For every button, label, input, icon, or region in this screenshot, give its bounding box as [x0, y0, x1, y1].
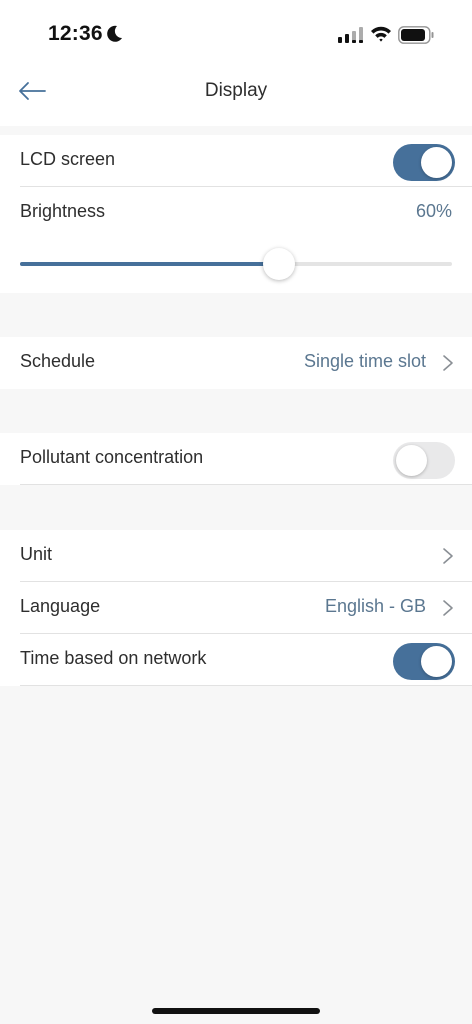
lcd-screen-toggle[interactable]	[393, 144, 455, 181]
lcd-screen-label: LCD screen	[20, 149, 116, 169]
home-indicator	[152, 1008, 320, 1014]
unit-label: Unit	[20, 544, 53, 564]
slider-fill	[20, 262, 280, 266]
chevron-right-icon	[443, 548, 453, 564]
pollutant-row: Pollutant concentration	[0, 433, 472, 485]
moon-icon	[107, 25, 122, 42]
toggle-knob	[421, 646, 452, 677]
brightness-label: Brightness	[20, 201, 106, 221]
status-bar: 12:36	[0, 0, 472, 70]
network-time-toggle[interactable]	[393, 643, 455, 680]
toggle-knob	[396, 445, 427, 476]
slider-thumb[interactable]	[263, 248, 296, 280]
language-label: Language	[20, 596, 101, 616]
brightness-slider[interactable]	[0, 239, 472, 293]
pollutant-label: Pollutant concentration	[20, 447, 204, 467]
network-time-label: Time based on network	[20, 648, 207, 668]
wifi-icon	[371, 26, 391, 42]
chevron-right-icon	[443, 355, 453, 371]
language-row[interactable]: Language English - GB	[0, 582, 472, 634]
toggle-knob	[421, 147, 452, 178]
settings-section: Unit Language English - GB Time based on…	[0, 530, 472, 686]
language-value: English - GB	[324, 596, 426, 616]
pollutant-section: Pollutant concentration	[0, 433, 472, 485]
schedule-row[interactable]: Schedule Single time slot	[0, 337, 472, 389]
cellular-signal-icon	[338, 27, 363, 43]
navigation-bar: Display	[0, 70, 472, 126]
brightness-value: 60%	[415, 201, 452, 221]
slider-track[interactable]	[20, 248, 452, 280]
divider	[20, 484, 472, 485]
display-section: LCD screen Brightness 60%	[0, 135, 472, 293]
brightness-row: Brightness 60%	[0, 187, 472, 239]
schedule-value: Single time slot	[303, 351, 426, 371]
battery-icon	[398, 26, 434, 44]
unit-row[interactable]: Unit	[0, 530, 472, 582]
status-time: 12:36	[48, 22, 103, 45]
pollutant-toggle[interactable]	[393, 442, 455, 479]
network-time-row: Time based on network	[0, 634, 472, 686]
schedule-label: Schedule	[20, 351, 96, 371]
chevron-right-icon	[443, 600, 453, 616]
schedule-section: Schedule Single time slot	[0, 337, 472, 389]
divider	[20, 685, 472, 686]
lcd-screen-row: LCD screen	[0, 135, 472, 187]
page-title: Display	[204, 80, 268, 101]
